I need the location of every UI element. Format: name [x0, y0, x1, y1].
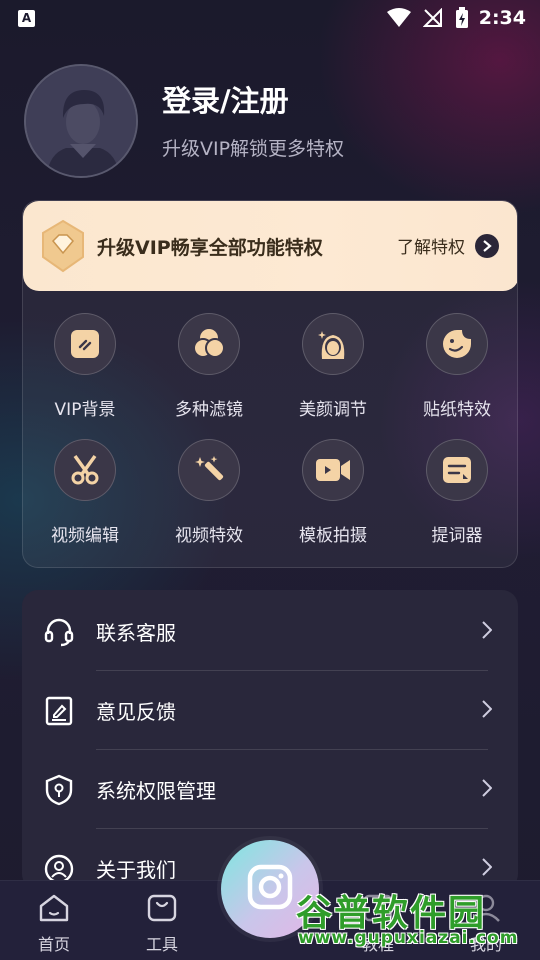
clock: 2:34: [478, 7, 526, 29]
menu-item-feedback[interactable]: 意见反馈: [22, 671, 518, 750]
avatar[interactable]: [24, 64, 138, 178]
scissors-icon: [54, 439, 116, 501]
headset-icon: [44, 617, 74, 647]
menu-item-system-permissions[interactable]: 系统权限管理: [22, 750, 518, 829]
vip-background-icon: [54, 313, 116, 375]
feature-video-edit[interactable]: 视频编辑: [23, 439, 147, 546]
signal-off-icon: [422, 8, 443, 28]
video-camera-icon: [302, 439, 364, 501]
tab-tools[interactable]: 工具: [122, 893, 202, 955]
status-bar: A 2:34: [0, 0, 540, 36]
feature-label: 模板拍摄: [299, 526, 367, 546]
vip-promo-subtitle: 升级VIP解锁更多特权: [162, 138, 345, 160]
tab-label: 工具: [145, 935, 178, 954]
app-notification-icon: A: [18, 9, 35, 27]
feature-label: VIP背景: [54, 400, 116, 420]
wifi-icon: [386, 8, 411, 28]
chevron-right-icon: [482, 857, 493, 880]
feature-label: 视频编辑: [51, 526, 119, 546]
tab-home[interactable]: 首页: [14, 893, 94, 955]
feature-beauty[interactable]: 美颜调节: [271, 313, 395, 420]
vip-banner-text: 升级VIP畅享全部功能特权: [97, 237, 323, 259]
watermark: 谷普软件园 www.gupuxiazai.com: [296, 884, 540, 960]
camera-icon: [246, 863, 294, 915]
chevron-right-icon: [482, 620, 493, 643]
login-register-link[interactable]: 登录/注册: [162, 78, 289, 120]
menu-item-contact-support[interactable]: 联系客服: [22, 592, 518, 671]
menu-item-label: 意见反馈: [96, 700, 176, 724]
feedback-icon: [44, 696, 74, 726]
feature-label: 美颜调节: [299, 400, 367, 420]
vip-diamond-icon: [39, 219, 87, 273]
learn-privileges-button[interactable]: 了解特权: [397, 233, 499, 258]
sticker-icon: [426, 313, 488, 375]
battery-charging-icon: [455, 7, 469, 29]
about-icon: [44, 854, 74, 884]
feature-label: 视频特效: [175, 526, 243, 546]
feature-video-effects[interactable]: 视频特效: [147, 439, 271, 546]
shield-icon: [44, 774, 74, 805]
bag-icon: [146, 894, 178, 927]
magic-wand-icon: [178, 439, 240, 501]
vip-banner[interactable]: 升级VIP畅享全部功能特权 了解特权: [23, 201, 517, 291]
vip-card: 升级VIP畅享全部功能特权 了解特权 VIP背景 多种滤镜 美颜调节 贴纸特效 …: [22, 200, 518, 568]
home-icon: [38, 894, 70, 927]
chevron-right-icon: [482, 778, 493, 801]
teleprompter-icon: [426, 439, 488, 501]
chevron-right-icon: [482, 699, 493, 722]
feature-stickers[interactable]: 贴纸特效: [395, 313, 517, 420]
feature-filters[interactable]: 多种滤镜: [147, 313, 271, 420]
feature-teleprompter[interactable]: 提词器: [395, 439, 517, 546]
feature-label: 贴纸特效: [423, 400, 491, 420]
beauty-icon: [302, 313, 364, 375]
watermark-url: www.gupuxiazai.com: [298, 928, 519, 948]
tab-label: 首页: [37, 935, 70, 954]
learn-privileges-label: 了解特权: [397, 238, 465, 258]
feature-label: 多种滤镜: [175, 400, 243, 420]
menu-item-label: 关于我们: [96, 858, 176, 882]
menu-item-label: 系统权限管理: [96, 779, 216, 803]
chevron-right-icon: [475, 233, 499, 258]
feature-template-shoot[interactable]: 模板拍摄: [271, 439, 395, 546]
filter-icon: [178, 313, 240, 375]
profile-header: 登录/注册 升级VIP解锁更多特权: [24, 64, 524, 180]
feature-vip-background[interactable]: VIP背景: [23, 313, 147, 420]
feature-label: 提词器: [431, 526, 483, 546]
menu-item-label: 联系客服: [96, 621, 176, 645]
